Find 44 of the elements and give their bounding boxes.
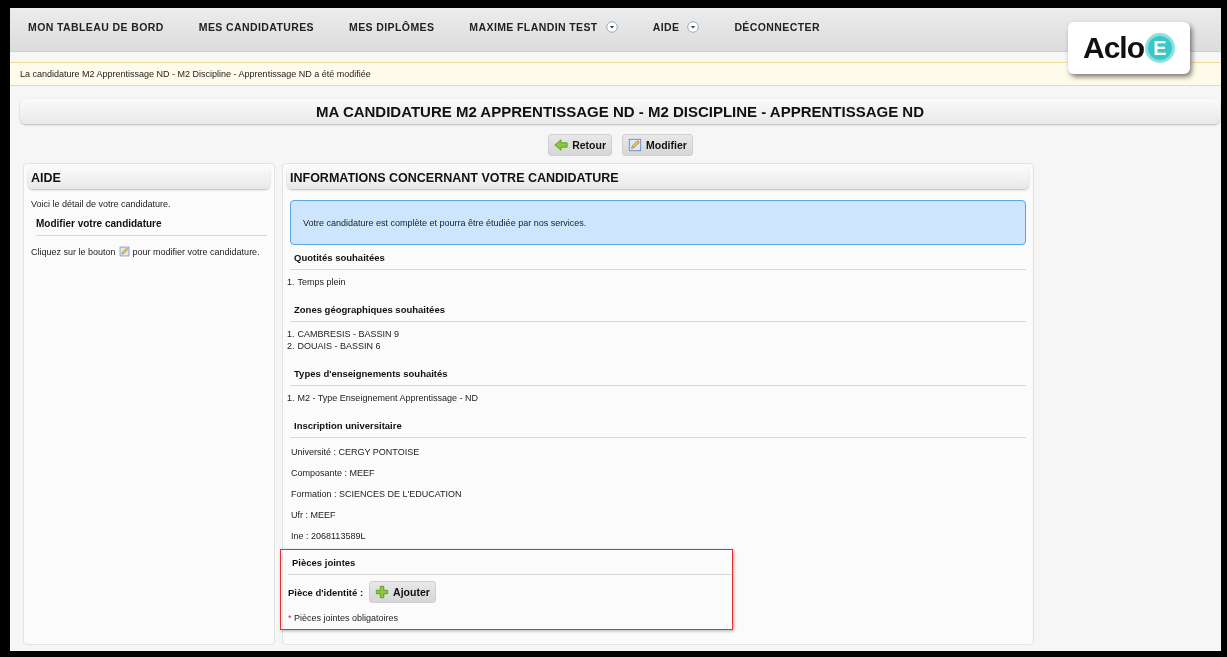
edit-icon (118, 246, 130, 257)
nav-link[interactable]: AIDE (652, 20, 700, 39)
section-heading: Quotités souhaitées (290, 245, 1026, 270)
page-title: MA CANDIDATURE M2 APPRENTISSAGE ND - M2 DISCIPLINE - APPRENTISSAGE ND (20, 99, 1220, 124)
field-text: Université : CERGY PONTOISE (291, 446, 421, 459)
plus-icon (375, 585, 390, 599)
panel-header: AIDE (28, 167, 270, 189)
list-item: DOUAIS - BASSIN 6 (297, 340, 381, 352)
nav-link[interactable]: MON TABLEAU DE BORD (28, 20, 164, 39)
action-button[interactable]: Modifier (622, 134, 693, 156)
field-text: Ufr : MEEF (291, 509, 337, 522)
notice-message: La candidature M2 Apprentissage ND - M2 Discipline - Apprentissage ND a été modifiée (10, 62, 1221, 86)
section-heading: Pièces jointes (288, 550, 732, 575)
field-text: Ine : 2068113589L (291, 530, 367, 543)
list-number: 1. (287, 392, 295, 404)
list-item: M2 - Type Enseignement Apprentissage - ND (297, 392, 478, 404)
arrow-left-icon (554, 138, 569, 152)
panel-header: INFORMATIONS CONCERNANT VOTRE CANDIDATURE (287, 167, 1029, 189)
list-item: Temps plein (297, 276, 346, 288)
help-text: Voici le détail de votre candidature. (31, 199, 172, 209)
nav-link[interactable]: MES CANDIDATURES (198, 20, 315, 39)
section-heading: Types d'enseignements souhaités (290, 361, 1026, 386)
section-heading: Modifier votre candidature (36, 218, 267, 236)
list-item: CAMBRESIS - BASSIN 9 (297, 328, 400, 340)
nav-link[interactable]: DÉCONNECTER (734, 20, 820, 39)
field-text: Composante : MEEF (291, 467, 376, 480)
list-number: 2. (287, 340, 295, 352)
nav-link[interactable]: MAXIME FLANDIN TEST (469, 20, 618, 39)
status-message: Votre candidature est complète et pourra être étudiée par nos services. (290, 200, 1026, 245)
add-button[interactable]: Ajouter (369, 581, 436, 603)
action-button[interactable]: Retour (548, 134, 612, 156)
section-heading: Zones géographiques souhaitées (290, 297, 1026, 322)
logo: Aclo E (1068, 22, 1190, 74)
required-mark: * (288, 613, 292, 623)
nav-link[interactable]: MES DIPLÔMES (349, 20, 435, 39)
edit-icon (628, 138, 642, 152)
help-text: pour modifier votre candidature. (132, 246, 260, 257)
help-text: Cliquez sur le bouton (31, 246, 116, 257)
list-number: 1. (287, 328, 295, 340)
field-label: Pièce d'identité : (288, 586, 364, 598)
section-heading: Inscription universitaire (290, 413, 1026, 438)
note-text: Pièces jointes obligatoires (294, 613, 399, 623)
field-text: Formation : SCIENCES DE L'EDUCATION (291, 488, 463, 501)
list-number: 1. (287, 276, 295, 288)
